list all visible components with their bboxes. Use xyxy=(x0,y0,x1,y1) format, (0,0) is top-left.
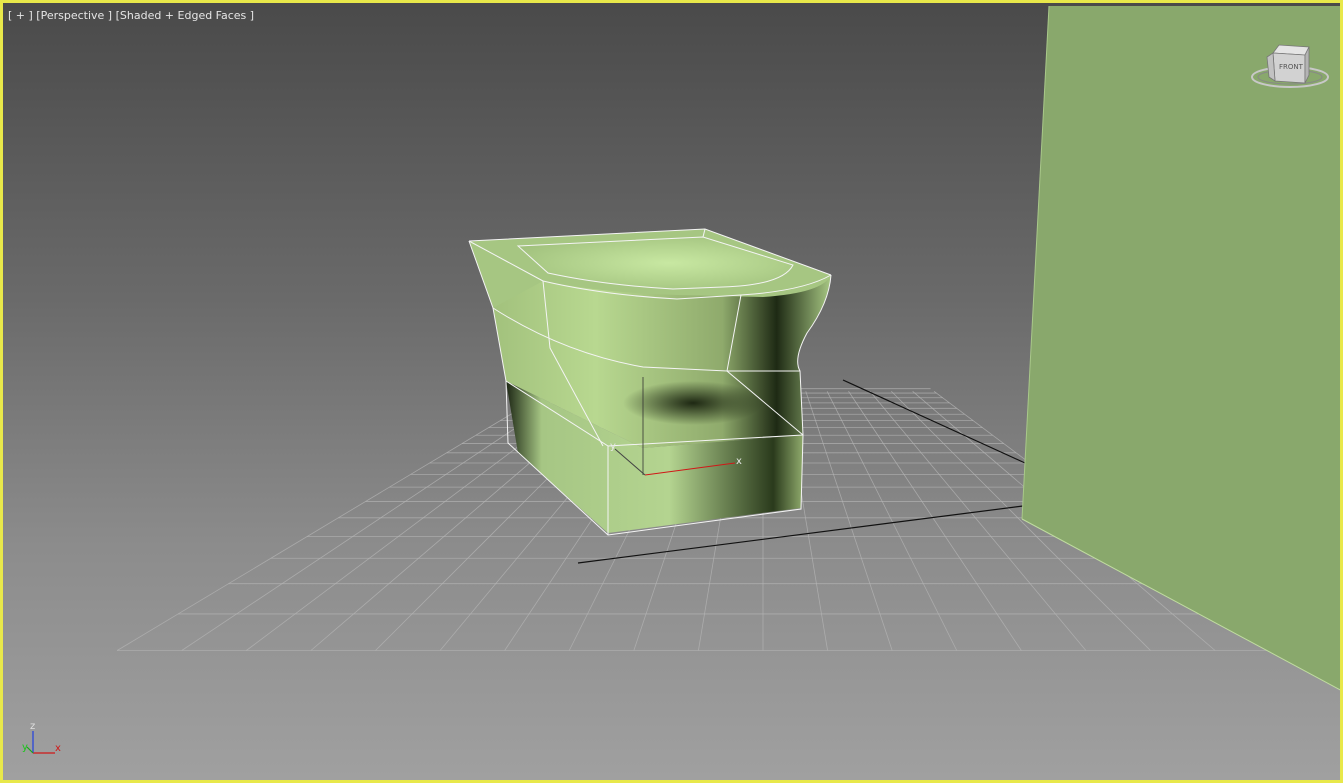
tripod-z-label: z xyxy=(30,721,35,732)
gizmo-y-label: y xyxy=(610,441,616,452)
viewport-menu-button[interactable]: [ + ] xyxy=(8,9,33,22)
wall-plane[interactable] xyxy=(1021,5,1343,693)
shading-mode-button[interactable]: [Shaded + Edged Faces ] xyxy=(116,9,254,22)
toilet-object[interactable] xyxy=(468,228,832,536)
axis-tripod: x z y xyxy=(22,721,61,754)
tripod-y-label: y xyxy=(22,742,28,753)
perspective-viewport[interactable]: x y FRONT x z y [ + ] [Perspective ] [Sh… xyxy=(0,0,1343,783)
viewcube-face-label: FRONT xyxy=(1279,63,1304,71)
tripod-x-label: x xyxy=(55,743,61,754)
gizmo-x-label: x xyxy=(736,456,742,467)
viewport-label: [ + ] [Perspective ] [Shaded + Edged Fac… xyxy=(8,9,254,22)
scene-canvas[interactable]: x y FRONT x z y xyxy=(3,3,1343,783)
view-mode-button[interactable]: [Perspective ] xyxy=(36,9,112,22)
